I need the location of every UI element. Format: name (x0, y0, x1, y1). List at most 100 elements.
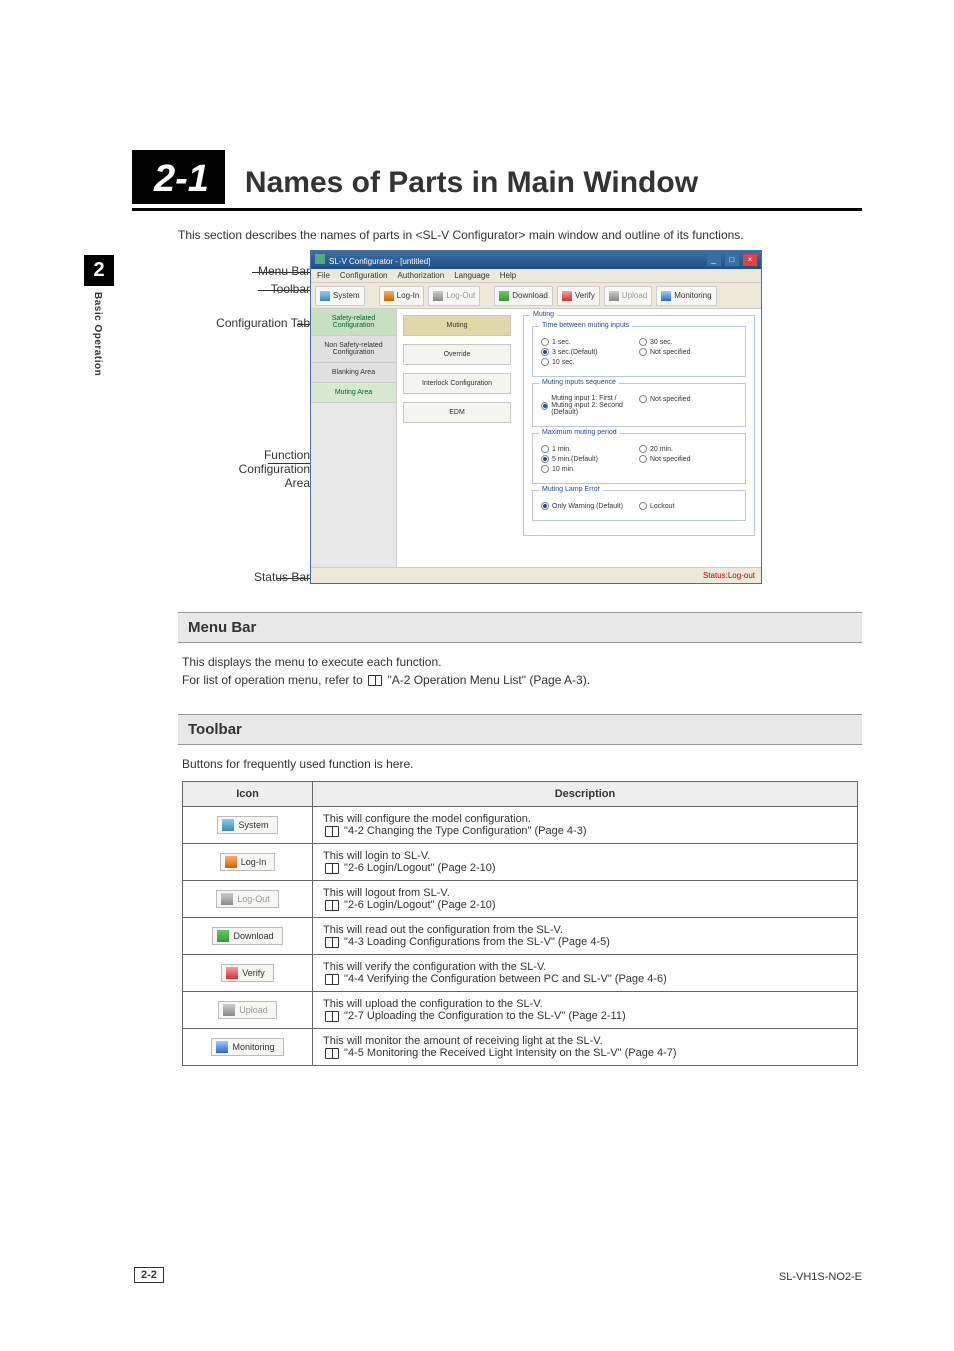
function-configuration-area: Muting Override Interlock Configuration … (397, 309, 517, 567)
chapter-title: Names of Parts in Main Window (245, 166, 698, 200)
th-icon: Icon (183, 782, 313, 807)
icon-cell: Download (183, 918, 313, 955)
toolbar-mini-logout: Log-Out (216, 890, 279, 908)
radio-5min[interactable]: 5 min.(Default) (541, 455, 639, 463)
verify-icon (562, 291, 572, 301)
toolbar-mini-upload: Upload (218, 1001, 277, 1019)
desc-line1: This will monitor the amount of receivin… (323, 1035, 847, 1047)
fn-interlock[interactable]: Interlock Configuration (403, 373, 511, 394)
callout-status-bar: Status Bar (254, 570, 310, 584)
radio-time-ns[interactable]: Not specified (639, 348, 737, 356)
toolbar-mini-label: Log-Out (237, 894, 270, 904)
desc-line1: This will upload the configuration to th… (323, 998, 847, 1010)
desc-line2: "2-7 Uploading the Configuration to the … (323, 1010, 847, 1022)
toolbar-download[interactable]: Download (494, 286, 553, 306)
callout-config-tab: Configuration Tab (216, 316, 310, 330)
window-controls: _ □ × (705, 254, 757, 266)
tab-muting-area[interactable]: Muting Area (311, 383, 396, 403)
radio-lamp-lock[interactable]: Lockout (639, 502, 737, 510)
group-title-seq: Muting inputs sequence (539, 379, 619, 386)
icon-cell: Monitoring (183, 1029, 313, 1066)
fn-muting[interactable]: Muting (403, 315, 511, 336)
desc-line2: "4-3 Loading Configurations from the SL-… (323, 936, 847, 948)
configuration-tab-strip: Safety-related Configuration Non Safety-… (311, 309, 397, 567)
chapter-heading: 2-1 Names of Parts in Main Window (132, 150, 698, 204)
group-title-muting: Muting (530, 311, 557, 318)
radio-10sec[interactable]: 10 sec. (541, 358, 639, 366)
logout-icon (433, 291, 443, 301)
toolbar-system[interactable]: System (315, 286, 365, 306)
menu-language[interactable]: Language (454, 271, 490, 280)
side-tab-number: 2 (84, 255, 114, 286)
radio-3sec[interactable]: 3 sec.(Default) (541, 348, 639, 356)
fn-override[interactable]: Override (403, 344, 511, 365)
menu-file[interactable]: File (317, 271, 330, 280)
section-menu-bar: Menu Bar This displays the menu to execu… (178, 612, 862, 691)
options-panel: Muting Time between muting inputs 1 sec.… (517, 309, 761, 567)
close-button[interactable]: × (743, 254, 757, 266)
titlebar: SL-V Configurator - [untitled] _ □ × (311, 251, 761, 269)
menu-bar-p1: This displays the menu to execute each f… (182, 655, 858, 669)
minimize-button[interactable]: _ (707, 254, 721, 266)
footer-doc-id: SL-VH1S-NO2-E (779, 1271, 862, 1283)
fn-edm[interactable]: EDM (403, 402, 511, 423)
toolbar-mini-system: System (217, 816, 277, 834)
toolbar-upload[interactable]: Upload (604, 286, 652, 306)
group-lamp-error: Muting Lamp Error Only Warning (Default)… (532, 490, 746, 521)
radio-seq-ns[interactable]: Not specified (639, 395, 737, 403)
toolbar-mini-label: Log-In (241, 857, 267, 867)
desc-line2: "4-2 Changing the Type Configuration" (P… (323, 825, 847, 837)
desc-cell: This will configure the model configurat… (313, 807, 858, 844)
menu-configuration[interactable]: Configuration (340, 271, 388, 280)
radio-max-ns[interactable]: Not specified (639, 455, 737, 463)
callout-function: Function (264, 448, 310, 462)
toolbar-mini-download: Download (212, 927, 282, 945)
radio-20min[interactable]: 20 min. (639, 445, 737, 453)
icon-cell: Log-In (183, 844, 313, 881)
monitor-icon (661, 291, 671, 301)
group-muting: Muting Time between muting inputs 1 sec.… (523, 315, 755, 536)
intro-text: This section describes the names of part… (178, 228, 744, 242)
toolbar: System Log-In Log-Out Download Verify Up… (311, 283, 761, 309)
table-row: Log-InThis will login to SL-V. "2-6 Logi… (183, 844, 858, 881)
menu-help[interactable]: Help (500, 271, 516, 280)
th-description: Description (313, 782, 858, 807)
toolbar-login[interactable]: Log-In (379, 286, 425, 306)
toolbar-mini-verify: Verify (221, 964, 274, 982)
table-row: Download This will read out the configura… (183, 918, 858, 955)
chapter-rule (132, 208, 862, 211)
radio-1min[interactable]: 1 min. (541, 445, 639, 453)
desc-cell: This will monitor the amount of receivin… (313, 1029, 858, 1066)
desc-line2: "2-6 Login/Logout" (Page 2-10) (323, 862, 847, 874)
radio-10min[interactable]: 10 min. (541, 465, 639, 473)
table-row: System This will configure the model conf… (183, 807, 858, 844)
desc-line2: "4-5 Monitoring the Received Light Inten… (323, 1047, 847, 1059)
radio-seq-default[interactable]: Muting input 1: First / Muting input 2: … (541, 395, 639, 416)
leader-line (252, 272, 310, 273)
toolbar-mini-label: Download (233, 931, 273, 941)
radio-30sec[interactable]: 30 sec. (639, 338, 737, 346)
book-icon (325, 863, 339, 874)
menu-authorization[interactable]: Authorization (397, 271, 444, 280)
app-icon (315, 254, 325, 264)
toolbar-monitoring[interactable]: Monitoring (656, 286, 716, 306)
section-head-menu-bar: Menu Bar (178, 612, 862, 643)
desc-cell: This will read out the configuration fro… (313, 918, 858, 955)
upload-icon (223, 1004, 235, 1016)
radio-lamp-warn[interactable]: Only Warning (Default) (541, 502, 639, 510)
radio-1sec[interactable]: 1 sec. (541, 338, 639, 346)
group-title-lamp: Muting Lamp Error (539, 486, 603, 493)
section-head-toolbar: Toolbar (178, 714, 862, 745)
side-tab-label: Basic Operation (84, 286, 111, 376)
tab-blanking-area[interactable]: Blanking Area (311, 363, 396, 383)
desc-line1: This will configure the model configurat… (323, 813, 847, 825)
toolbar-verify[interactable]: Verify (557, 286, 600, 306)
tab-nonsafety-config[interactable]: Non Safety-related Configuration (311, 336, 396, 363)
download-icon (499, 291, 509, 301)
toolbar-mini-label: Monitoring (232, 1042, 274, 1052)
maximize-button[interactable]: □ (725, 254, 739, 266)
desc-cell: This will verify the configuration with … (313, 955, 858, 992)
tab-safety-config[interactable]: Safety-related Configuration (311, 309, 396, 336)
table-row: Monitoring This will monitor the amount o… (183, 1029, 858, 1066)
toolbar-logout[interactable]: Log-Out (428, 286, 480, 306)
